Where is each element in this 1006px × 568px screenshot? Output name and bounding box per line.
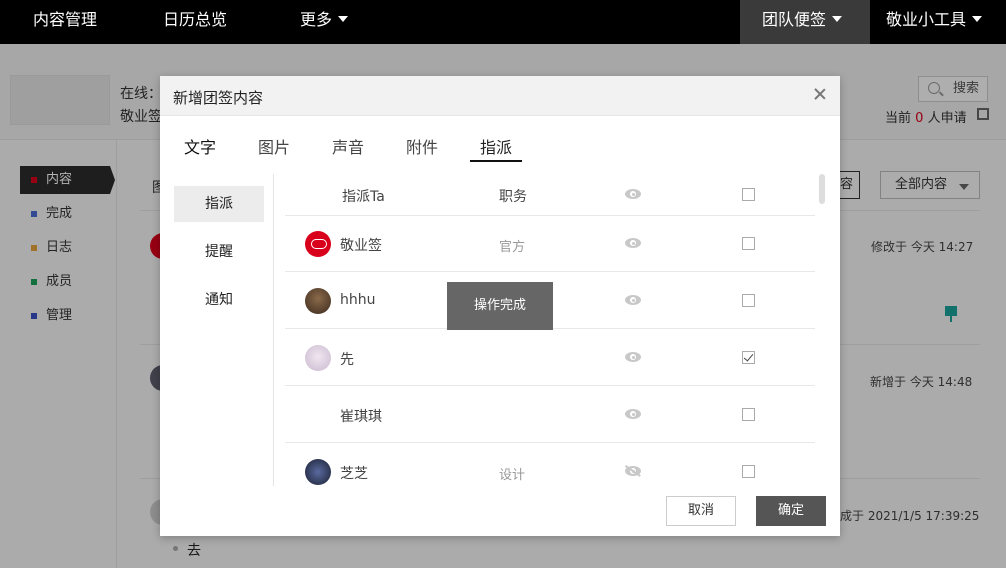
nav-calendar-overview[interactable]: 日历总览 — [163, 0, 227, 44]
tab-text[interactable]: 文字 — [184, 134, 216, 162]
member-row[interactable]: 崔琪琪 — [285, 386, 815, 443]
dialog-title: 新增团签内容 — [173, 89, 264, 107]
nav-more[interactable]: 更多 — [300, 0, 349, 44]
member-name: hhhu — [340, 292, 376, 308]
new-team-note-dialog: 新增团签内容 文字 图片 声音 附件 指派 指派 提醒 通知 指派Ta 职务 敬… — [160, 76, 840, 536]
top-nav: 内容管理 日历总览 更多 团队便签 敬业小工具 — [0, 0, 1006, 44]
avatar — [305, 288, 331, 314]
tab-assign[interactable]: 指派 — [470, 134, 522, 162]
nav-team-notes[interactable]: 团队便签 — [740, 0, 870, 44]
eye-icon[interactable] — [625, 188, 641, 200]
member-checkbox[interactable] — [742, 465, 755, 478]
nav-team-notes-label: 团队便签 — [762, 10, 827, 29]
eye-off-icon[interactable] — [625, 464, 641, 477]
member-row[interactable]: 先 — [285, 329, 815, 386]
eye-icon[interactable] — [625, 294, 641, 306]
select-all-checkbox[interactable] — [742, 188, 755, 201]
member-list: 指派Ta 职务 敬业签 官方 hhhu 先 崔琪琪 芝芝 设计 — [285, 174, 815, 486]
chevron-down-icon — [832, 16, 843, 22]
confirm-button[interactable]: 确定 — [756, 496, 826, 526]
dialog-tabs: 文字 图片 声音 附件 指派 — [160, 116, 840, 174]
subnav-remind[interactable]: 提醒 — [174, 234, 264, 270]
member-name: 敬业签 — [340, 238, 382, 254]
subnav-notify[interactable]: 通知 — [174, 282, 264, 318]
subnav-assign[interactable]: 指派 — [174, 186, 264, 222]
member-row[interactable]: 敬业签 官方 — [285, 215, 815, 272]
avatar — [305, 459, 331, 485]
avatar — [305, 345, 331, 371]
eye-icon[interactable] — [625, 351, 641, 363]
nav-tools[interactable]: 敬业小工具 — [886, 0, 983, 44]
tab-attachment[interactable]: 附件 — [406, 134, 438, 162]
nav-tools-label: 敬业小工具 — [886, 10, 967, 29]
member-role: 设计 — [499, 468, 526, 483]
member-list-header: 指派Ta 职务 — [285, 174, 815, 216]
member-checkbox[interactable] — [742, 408, 755, 421]
chevron-down-icon — [972, 16, 983, 22]
tab-audio[interactable]: 声音 — [332, 134, 364, 162]
tab-image[interactable]: 图片 — [258, 134, 290, 162]
member-role: 官方 — [499, 240, 526, 255]
nav-more-label: 更多 — [300, 10, 333, 29]
assign-subnav: 指派 提醒 通知 — [173, 174, 274, 486]
member-row[interactable]: 芝芝 设计 — [285, 443, 815, 486]
member-name: 崔琪琪 — [340, 409, 382, 425]
member-name: 芝芝 — [340, 466, 368, 482]
nav-content-management[interactable]: 内容管理 — [33, 0, 97, 44]
close-icon[interactable] — [812, 86, 828, 102]
member-checkbox[interactable] — [742, 294, 755, 307]
list-scrollbar[interactable] — [819, 174, 825, 204]
avatar — [305, 231, 331, 257]
header-role: 职务 — [499, 189, 527, 205]
member-name: 先 — [340, 352, 354, 368]
eye-icon[interactable] — [625, 237, 641, 249]
member-checkbox[interactable] — [742, 237, 755, 250]
chevron-down-icon — [338, 16, 349, 22]
cancel-button[interactable]: 取消 — [666, 496, 736, 526]
member-checkbox[interactable] — [742, 351, 755, 364]
success-toast: 操作完成 — [447, 282, 553, 330]
header-assign: 指派Ta — [342, 189, 385, 205]
dialog-header: 新增团签内容 — [160, 76, 840, 116]
eye-icon[interactable] — [625, 408, 641, 420]
